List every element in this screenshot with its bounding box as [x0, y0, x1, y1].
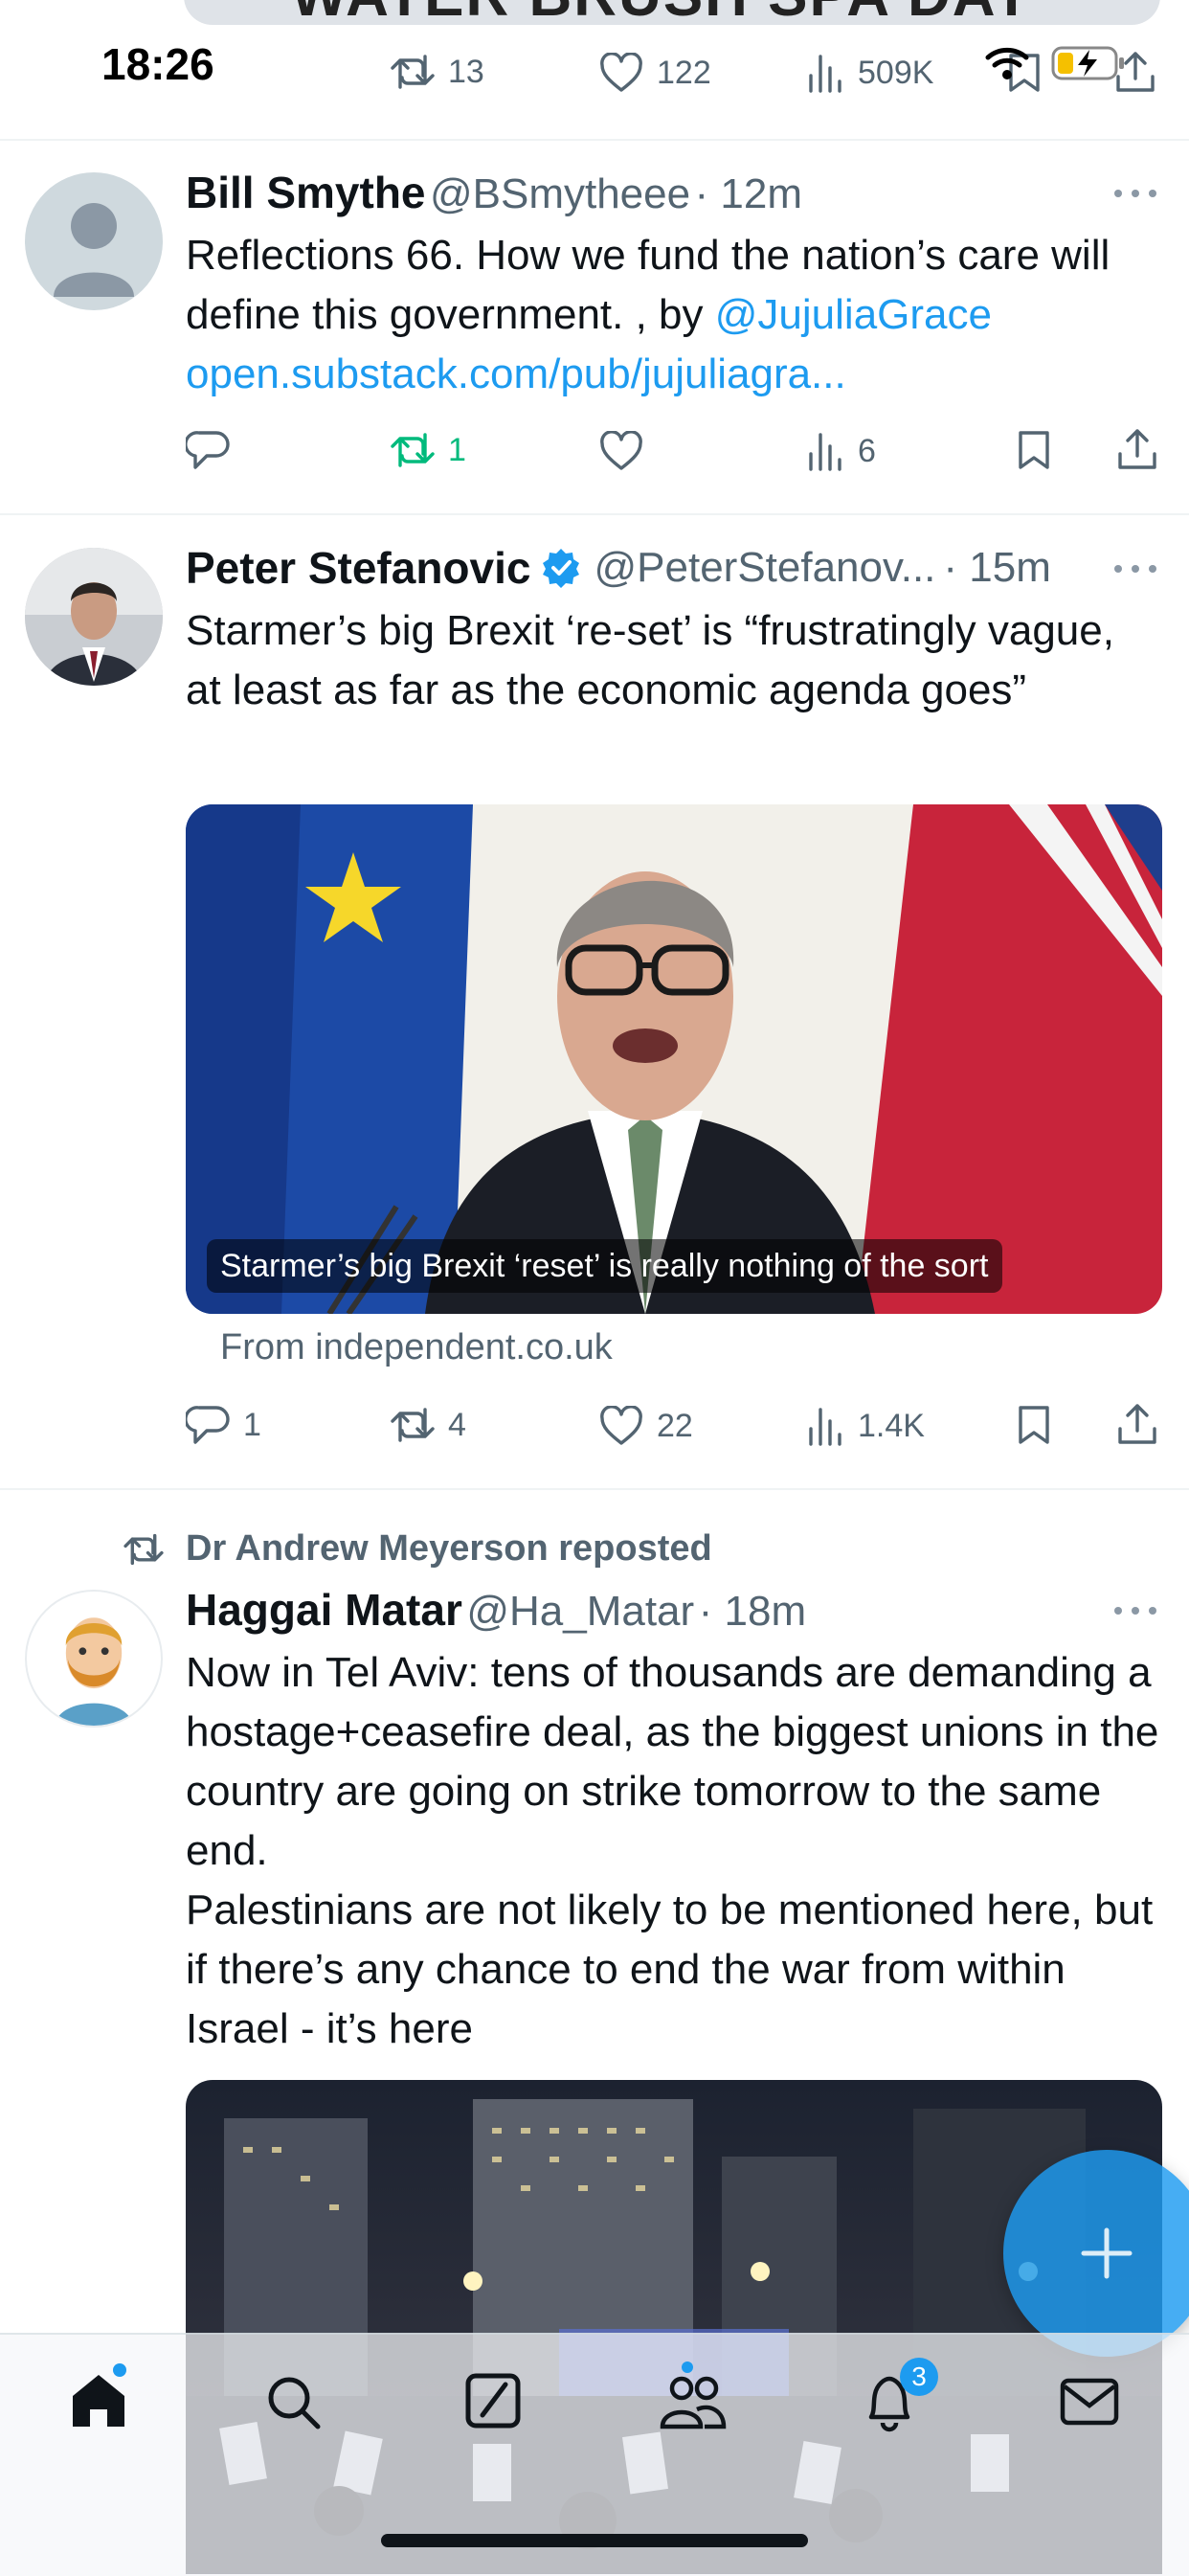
status-time: 18:26	[101, 39, 214, 89]
reply-button[interactable]: 1	[186, 1404, 261, 1446]
like-count: 22	[657, 1407, 693, 1444]
heart-icon	[600, 53, 642, 92]
prev-views-count: 509K	[858, 54, 934, 91]
share-button[interactable]	[1116, 1402, 1158, 1446]
author-name[interactable]: Bill Smythe	[186, 168, 426, 217]
more-options-button[interactable]	[1114, 562, 1162, 576]
news-photo	[186, 804, 1162, 1314]
avatar[interactable]	[25, 1590, 163, 1728]
post-header: Peter Stefanovic @PeterStefanov... · 15m	[186, 542, 1051, 594]
retweet-icon	[391, 1408, 435, 1442]
prev-retweet-count: 13	[448, 53, 484, 90]
search-icon	[268, 2377, 321, 2429]
prev-retweet-button[interactable]: 13	[391, 53, 484, 91]
default-avatar-icon	[54, 203, 134, 297]
retweet-icon	[391, 55, 435, 89]
bookmark-button[interactable]	[1017, 1404, 1051, 1446]
previous-post-banner-text: WATER BRUSH SPA DAY	[291, 0, 1033, 25]
post-text: Now in Tel Aviv: tens of thousands are d…	[186, 1643, 1162, 2059]
avatar[interactable]	[25, 548, 163, 686]
views-icon	[809, 55, 841, 93]
reply-icon	[186, 431, 230, 469]
communities-icon	[660, 2376, 727, 2429]
home-indicator	[381, 2534, 808, 2547]
author-handle[interactable]: @Ha_Matar	[466, 1588, 694, 1635]
author-name[interactable]: Haggai Matar	[186, 1585, 462, 1635]
views-button[interactable]: 1.4K	[806, 1406, 925, 1446]
tab-search[interactable]	[264, 2373, 324, 2432]
post-time: · 15m	[943, 544, 1051, 591]
profile-photo	[25, 548, 163, 686]
new-posts-dot	[113, 2363, 126, 2377]
share-icon	[1118, 429, 1156, 469]
reposted-by-label: Dr Andrew Meyerson reposted	[186, 1528, 712, 1569]
post-text: Reflections 66. How we fund the nation’s…	[186, 226, 1153, 404]
repost-indicator[interactable]: Dr Andrew Meyerson reposted	[123, 1528, 712, 1570]
prev-like-button[interactable]: 122	[599, 53, 711, 93]
post-header: Haggai Matar @Ha_Matar · 18m	[186, 1584, 806, 1636]
retweet-count: 1	[448, 431, 466, 468]
share-button[interactable]	[1116, 427, 1158, 471]
status-bar: WATER BRUSH SPA DAY 18:26 13 122 509K	[0, 0, 1189, 141]
share-icon	[1118, 1404, 1156, 1444]
retweet-icon	[391, 433, 435, 467]
views-count: 1.4K	[858, 1407, 925, 1444]
tab-grok[interactable]	[463, 2371, 523, 2430]
notifications-badge: 3	[900, 2358, 938, 2396]
more-options-button[interactable]	[1114, 1604, 1162, 1617]
reply-icon	[186, 1406, 230, 1444]
link-card-image[interactable]: Starmer’s big Brexit ‘reset’ is really n…	[186, 804, 1162, 1314]
tab-communities[interactable]	[659, 2371, 728, 2430]
views-button[interactable]: 6	[806, 431, 876, 471]
plus-icon	[1081, 2227, 1133, 2279]
bookmark-button[interactable]	[1017, 429, 1051, 471]
heart-icon	[600, 431, 642, 470]
views-count: 6	[858, 432, 876, 469]
reply-button[interactable]	[186, 429, 243, 471]
link-card-caption: Starmer’s big Brexit ‘reset’ is really n…	[207, 1239, 1002, 1293]
retweet-button[interactable]: 1	[391, 431, 466, 469]
author-handle[interactable]: @BSmytheee	[430, 170, 690, 217]
views-icon	[809, 1408, 841, 1446]
cartoon-avatar	[55, 1617, 133, 1726]
wifi-icon	[984, 46, 1030, 80]
views-icon	[809, 433, 841, 471]
avatar[interactable]	[25, 172, 163, 310]
mail-icon	[1060, 2378, 1119, 2426]
heart-icon	[600, 1406, 642, 1445]
link-card-source[interactable]: From independent.co.uk	[220, 1327, 613, 1368]
prev-like-count: 122	[657, 54, 711, 91]
reply-count: 1	[243, 1406, 261, 1443]
communities-dot	[682, 2361, 693, 2373]
verified-badge-icon	[543, 549, 580, 588]
post-body-paragraph: Now in Tel Aviv: tens of thousands are d…	[186, 1649, 1159, 1874]
previous-post-media[interactable]: WATER BRUSH SPA DAY	[184, 0, 1160, 25]
retweet-count: 4	[448, 1406, 466, 1443]
post-time: · 12m	[694, 170, 803, 217]
post-header: Bill Smythe @BSmytheee · 12m	[186, 167, 802, 218]
prev-views-button[interactable]: 509K	[806, 53, 933, 93]
post-divider	[0, 513, 1189, 515]
like-button[interactable]: 22	[599, 1406, 693, 1446]
post-body-paragraph: Palestinians are not likely to be mentio…	[186, 1887, 1154, 2052]
author-handle[interactable]: @PeterStefanov...	[594, 544, 935, 592]
retweet-button[interactable]: 4	[391, 1406, 466, 1444]
bookmark-icon	[1019, 1406, 1049, 1444]
grok-icon	[465, 2373, 521, 2429]
post-time: · 18m	[698, 1588, 807, 1635]
battery-icon	[1051, 44, 1128, 82]
retweet-icon	[123, 1533, 164, 1565]
like-button[interactable]	[599, 431, 657, 471]
external-link[interactable]: open.substack.com/pub/jujuliagra...	[186, 350, 846, 397]
post-body: Starmer’s big Brexit ‘re-set’ is “frustr…	[186, 607, 1114, 713]
post-divider	[0, 1488, 1189, 1490]
home-icon	[73, 2375, 124, 2427]
tab-messages[interactable]	[1059, 2375, 1120, 2429]
mention-link[interactable]: @JujuliaGrace	[715, 291, 992, 338]
author-name[interactable]: Peter Stefanovic	[186, 542, 530, 594]
more-options-button[interactable]	[1114, 187, 1162, 200]
bookmark-icon	[1019, 431, 1049, 469]
compose-post-button[interactable]	[1003, 2150, 1189, 2357]
tab-home[interactable]	[67, 2369, 130, 2432]
